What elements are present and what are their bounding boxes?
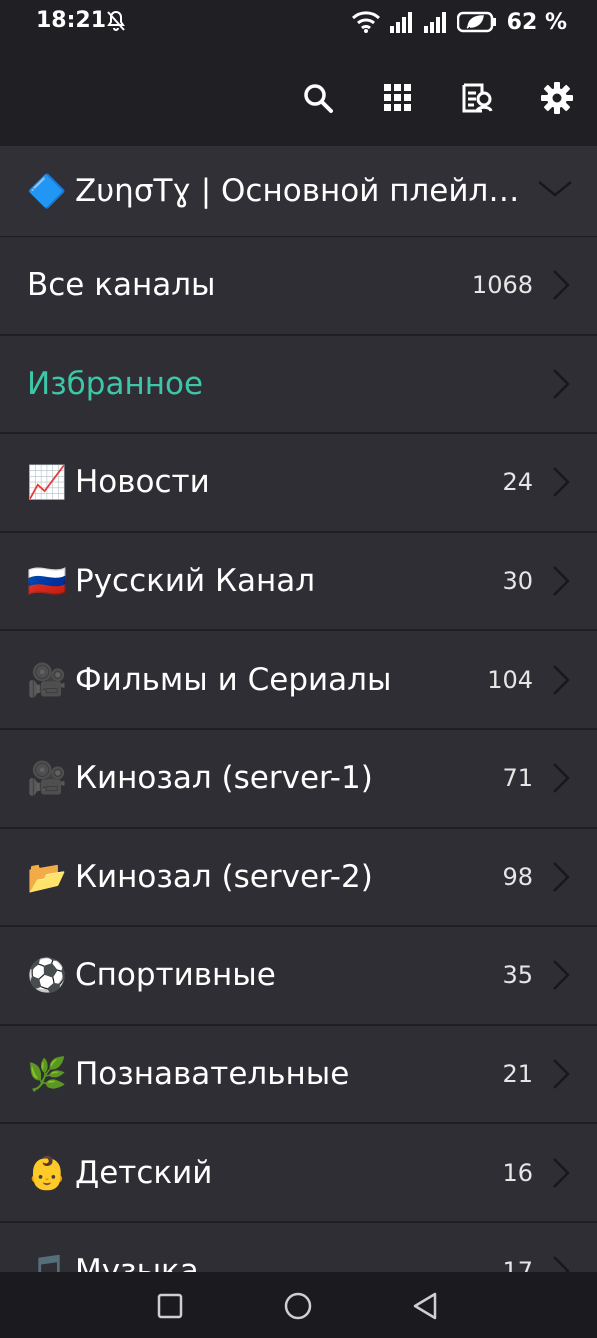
group-label: Кинозал (server-1) [75, 760, 373, 797]
chevron-right-icon [551, 465, 571, 499]
playlist-title: ZυησΤɣ | Основной плейл… [75, 173, 520, 209]
group-label: Новости [75, 464, 210, 501]
group-emoji: 🎵 [27, 1252, 67, 1272]
group-label: Все каналы [27, 267, 216, 304]
channel-count: 16 [502, 1158, 533, 1187]
channel-count: 98 [502, 862, 533, 891]
status-bar: 18:21 62 % [0, 0, 597, 50]
chevron-right-icon [551, 761, 571, 795]
group-emoji: 🇷🇺 [27, 562, 67, 601]
playlist-emoji: 🔷 [27, 172, 67, 210]
signal-icon [423, 11, 449, 33]
group-emoji: 📂 [27, 857, 67, 896]
channel-count: 17 [502, 1257, 533, 1272]
group-row[interactable]: 📈 Новости 24 [0, 434, 597, 533]
channel-count: 35 [502, 961, 533, 990]
chevron-right-icon [551, 268, 571, 302]
channel-count: 1068 [471, 271, 533, 300]
chevron-right-icon [551, 564, 571, 598]
group-label: Познавательные [75, 1056, 350, 1093]
settings-gear-icon[interactable] [537, 78, 577, 118]
system-nav-bar [0, 1272, 597, 1338]
group-emoji: 👶 [27, 1153, 67, 1192]
group-row[interactable]: 👶 Детский 16 [0, 1124, 597, 1223]
group-label: Детский [75, 1154, 213, 1191]
group-row[interactable]: 🎥 Кинозал (server-1) 71 [0, 729, 597, 829]
group-row[interactable]: Избранное [0, 335, 597, 435]
group-label: Кинозал (server-2) [75, 858, 373, 895]
group-label: Фильмы и Сериалы [75, 661, 392, 698]
group-emoji: ⚽ [27, 956, 67, 995]
signal-icon [389, 11, 415, 33]
bell-muted-icon [104, 9, 128, 33]
group-row[interactable]: 🇷🇺 Русский Канал 30 [0, 532, 597, 632]
channel-count: 24 [502, 468, 533, 497]
chevron-down-icon [537, 179, 573, 203]
group-row[interactable]: 🎥 Фильмы и Сериалы 104 [0, 631, 597, 730]
battery-saver-icon [456, 11, 497, 33]
channel-count: 30 [502, 567, 533, 596]
group-label: Русский Канал [75, 563, 316, 600]
chevron-right-icon [551, 958, 571, 992]
chevron-right-icon [551, 663, 571, 697]
channel-count: 71 [502, 764, 533, 793]
grid-icon[interactable] [378, 78, 418, 118]
battery-level: 62 % [506, 9, 567, 35]
group-row[interactable]: 📂 Кинозал (server-2) 98 [0, 828, 597, 928]
back-triangle-icon[interactable] [409, 1290, 441, 1322]
group-row[interactable]: ⚽ Спортивные 35 [0, 927, 597, 1026]
group-emoji: 🌿 [27, 1055, 67, 1094]
group-list: 🔷 ZυησΤɣ | Основной плейл… Все каналы 106… [0, 146, 597, 1272]
recents-square-icon[interactable] [154, 1290, 186, 1322]
playlist-selector[interactable]: 🔷 ZυησΤɣ | Основной плейл… [0, 146, 597, 237]
channel-count: 21 [502, 1060, 533, 1089]
app-bar [0, 50, 597, 146]
group-emoji: 🎥 [27, 660, 67, 699]
chevron-right-icon [551, 1254, 571, 1272]
group-label: Музыка [75, 1253, 199, 1272]
chevron-right-icon [551, 860, 571, 894]
group-emoji: 📈 [27, 463, 67, 502]
home-circle-icon[interactable] [282, 1290, 314, 1322]
group-row[interactable]: 🌿 Познавательные 21 [0, 1025, 597, 1125]
group-label: Избранное [27, 365, 204, 402]
chevron-right-icon [551, 1057, 571, 1091]
search-icon[interactable] [298, 78, 338, 118]
chevron-right-icon [551, 1156, 571, 1190]
status-time: 18:21 [36, 8, 107, 33]
wifi-icon [351, 10, 381, 34]
group-emoji: 🎥 [27, 759, 67, 798]
channel-count: 104 [487, 665, 533, 694]
group-label: Спортивные [75, 957, 276, 994]
playlist-edit-icon[interactable] [457, 78, 497, 118]
chevron-right-icon [551, 367, 571, 401]
group-row[interactable]: Все каналы 1068 [0, 237, 597, 336]
group-row[interactable]: 🎵 Музыка 17 [0, 1222, 597, 1272]
status-indicators: 62 % [351, 8, 567, 36]
